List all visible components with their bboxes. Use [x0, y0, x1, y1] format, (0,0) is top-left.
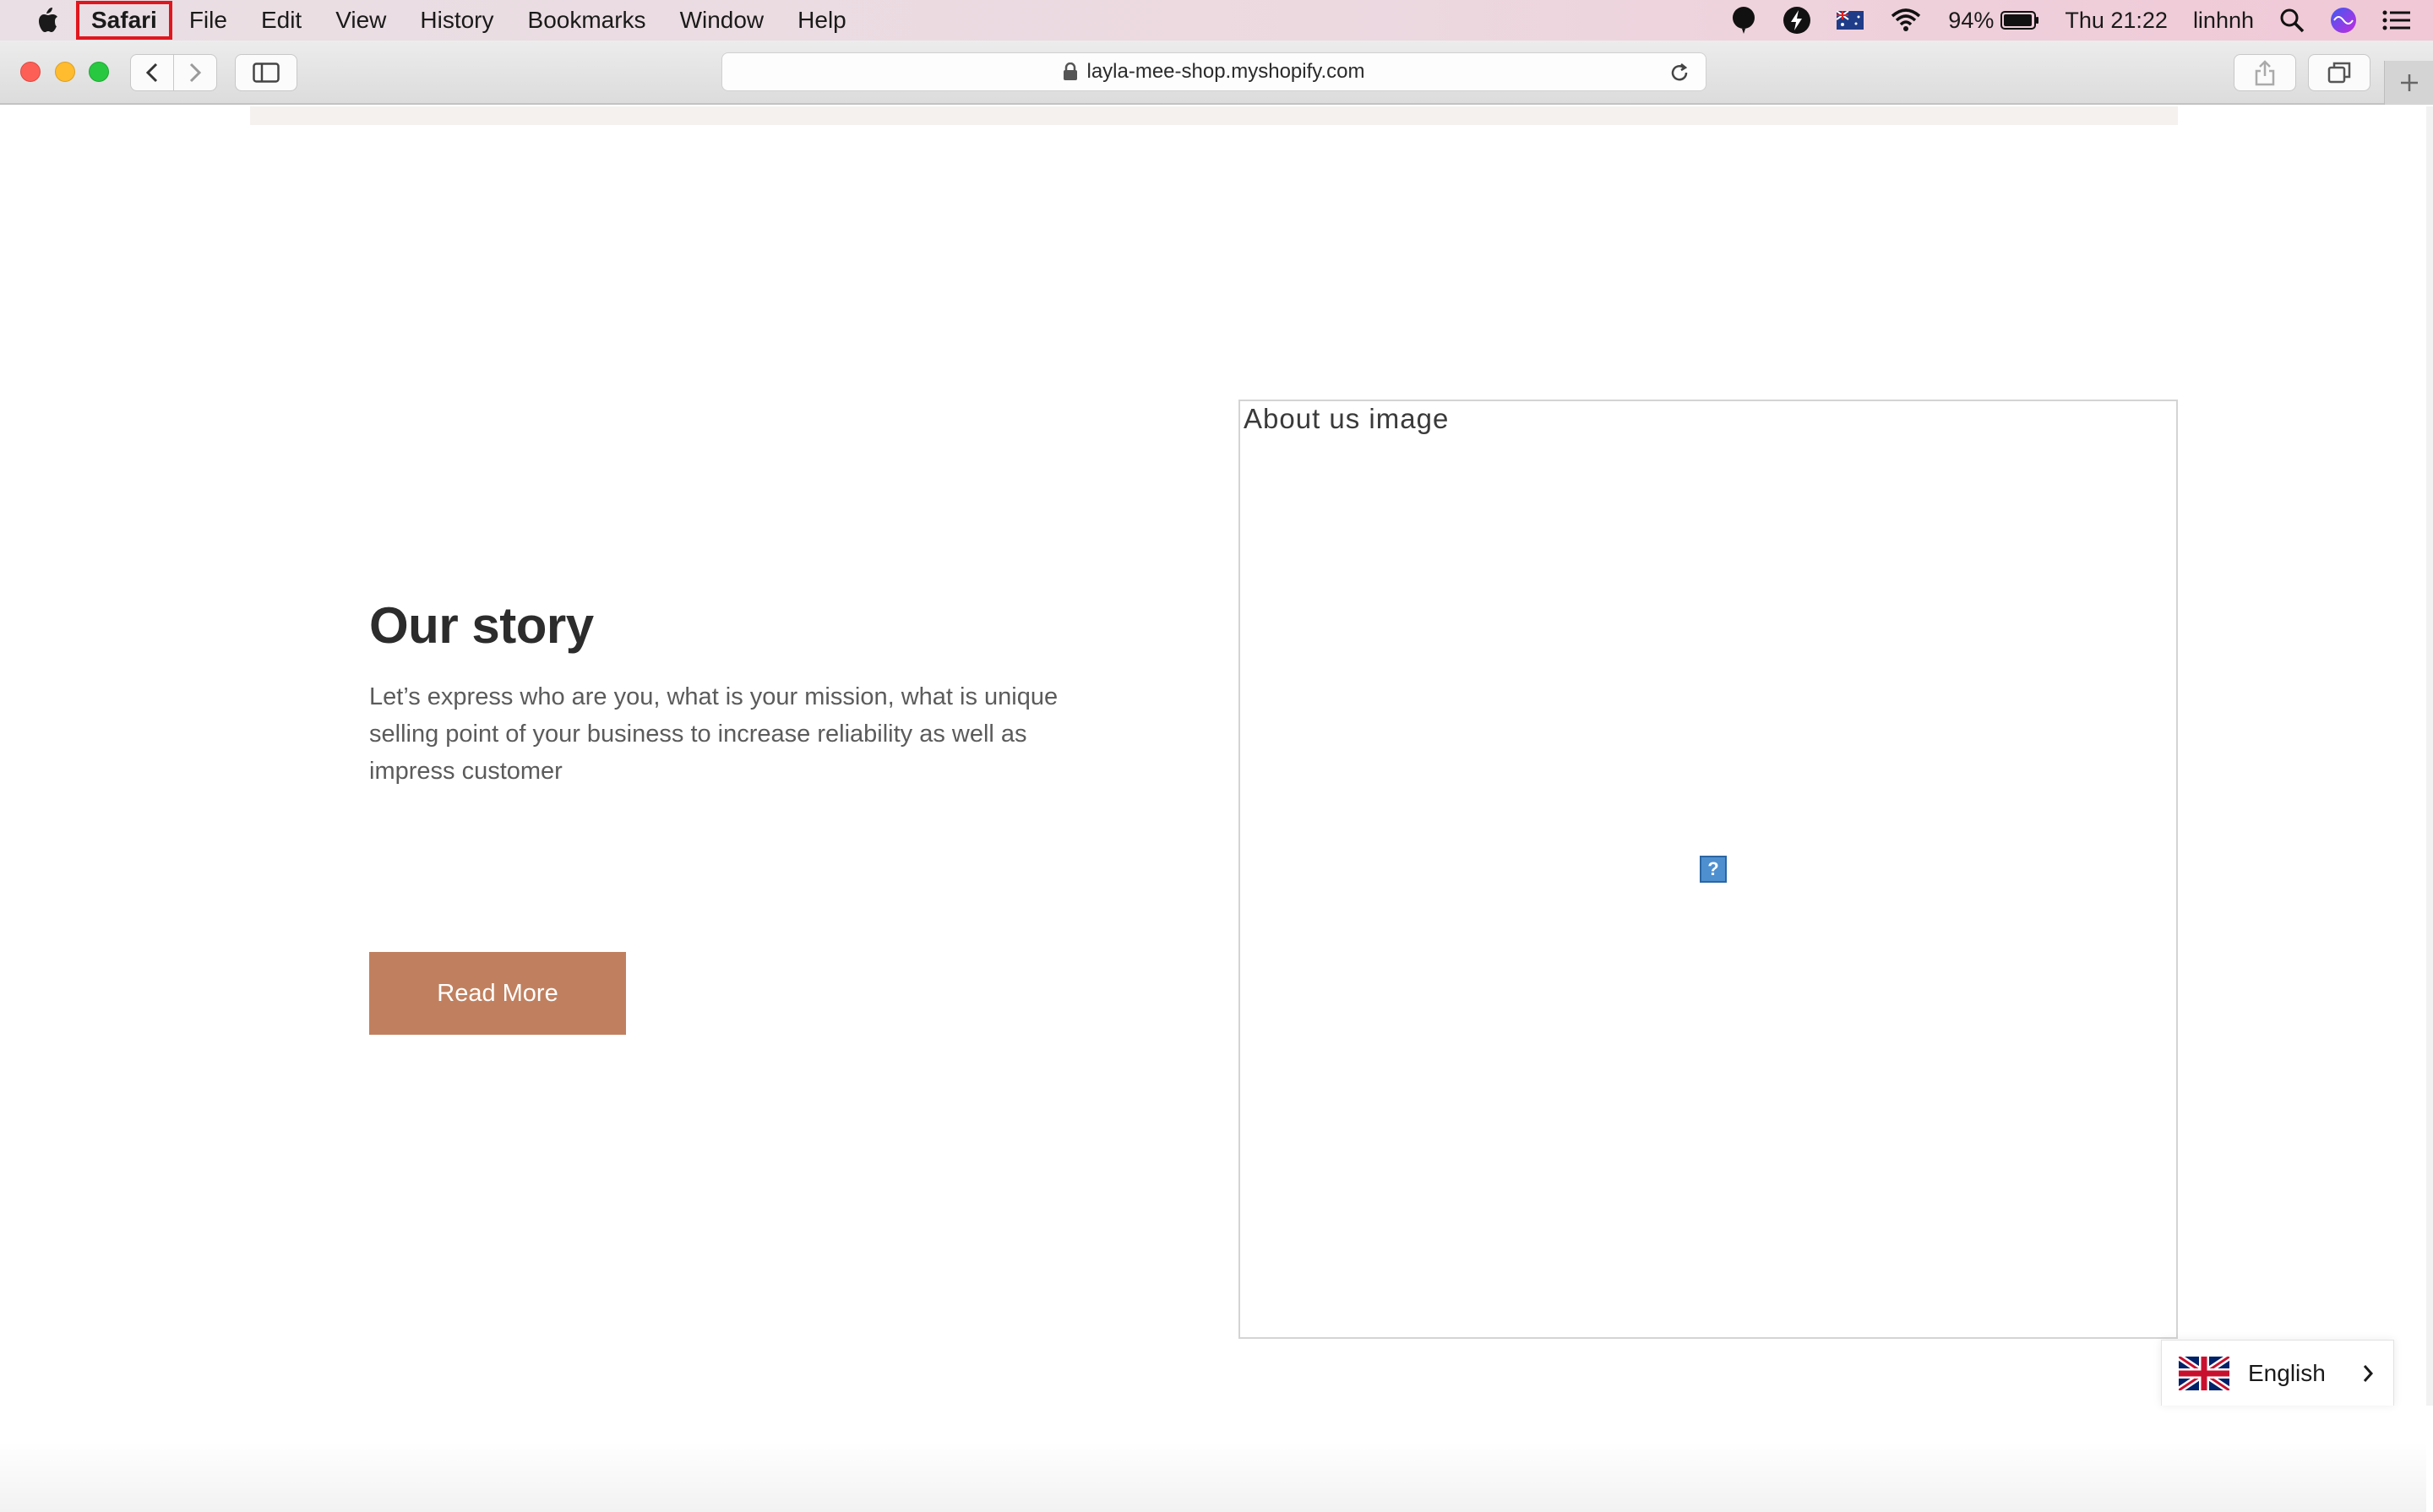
forward-button[interactable] [173, 54, 217, 91]
browser-toolbar: layla-mee-shop.myshopify.com [0, 41, 2433, 105]
spotlight-search-icon[interactable] [2279, 8, 2305, 33]
menu-help[interactable]: Help [781, 0, 863, 41]
chevron-right-icon [189, 63, 202, 83]
battery-percent: 94% [1948, 7, 1995, 33]
language-switcher[interactable]: English [2161, 1340, 2394, 1406]
language-label: English [2248, 1359, 2326, 1386]
reload-icon[interactable] [1668, 62, 1690, 84]
menu-safari[interactable]: Safari [76, 1, 172, 40]
uk-flag-icon [2179, 1356, 2229, 1390]
plus-icon [2400, 74, 2418, 91]
url-text[interactable]: layla-mee-shop.myshopify.com [1086, 60, 1364, 84]
menu-window[interactable]: Window [663, 0, 781, 41]
address-bar[interactable]: layla-mee-shop.myshopify.com [721, 52, 1706, 91]
australian-flag-icon[interactable] [1837, 11, 1864, 30]
menu-user-name[interactable]: linhnh [2193, 8, 2254, 34]
back-button[interactable] [130, 54, 174, 91]
menu-edit[interactable]: Edit [244, 0, 318, 41]
missing-image-icon: ? [1700, 856, 1727, 883]
about-us-image: About us image ? [1238, 400, 2178, 1339]
bolt-icon[interactable] [1783, 6, 1811, 35]
menu-file[interactable]: File [172, 0, 244, 41]
menu-history[interactable]: History [403, 0, 510, 41]
share-button[interactable] [2234, 54, 2296, 91]
page-scrollbar[interactable] [2426, 106, 2433, 1406]
window-zoom-button[interactable] [89, 62, 109, 82]
battery-icon[interactable] [2000, 11, 2039, 30]
menu-clock[interactable]: Thu 21:22 [2065, 8, 2168, 34]
chevron-right-icon [2361, 1363, 2375, 1384]
menu-bar-status-area: 94% Thu 21:22 linhnh [1705, 0, 2433, 41]
wifi-icon[interactable] [1889, 8, 1923, 33]
sidebar-toggle-button[interactable] [235, 54, 297, 91]
read-more-button[interactable]: Read More [369, 952, 626, 1035]
section-divider-band [250, 106, 2178, 125]
menu-bookmarks[interactable]: Bookmarks [511, 0, 663, 41]
menu-view[interactable]: View [318, 0, 403, 41]
bottom-shadow [0, 1441, 2426, 1512]
page-viewport: Our story Let’s express who are you, wha… [0, 106, 2426, 1512]
tab-overview-button[interactable] [2308, 54, 2370, 91]
lock-icon [1063, 63, 1078, 81]
menu-bar: Safari File Edit View History Bookmarks … [0, 0, 2433, 41]
story-body: Let’s express who are you, what is your … [369, 683, 1059, 785]
apple-menu-icon[interactable] [22, 7, 73, 34]
notification-center-icon[interactable] [2382, 9, 2411, 31]
tab-overview-icon [2327, 62, 2351, 84]
new-tab-button[interactable] [2384, 61, 2433, 105]
window-minimize-button[interactable] [55, 62, 75, 82]
window-close-button[interactable] [20, 62, 41, 82]
share-icon [2255, 60, 2275, 86]
chevron-left-icon [145, 63, 158, 83]
siri-icon[interactable] [2330, 7, 2357, 34]
story-title: Our story [369, 597, 594, 654]
our-story-section: Our story Let’s express who are you, wha… [369, 596, 1062, 790]
image-alt-text: About us image [1244, 403, 1450, 434]
balloon-icon[interactable] [1730, 6, 1757, 35]
sidebar-icon [253, 63, 280, 83]
